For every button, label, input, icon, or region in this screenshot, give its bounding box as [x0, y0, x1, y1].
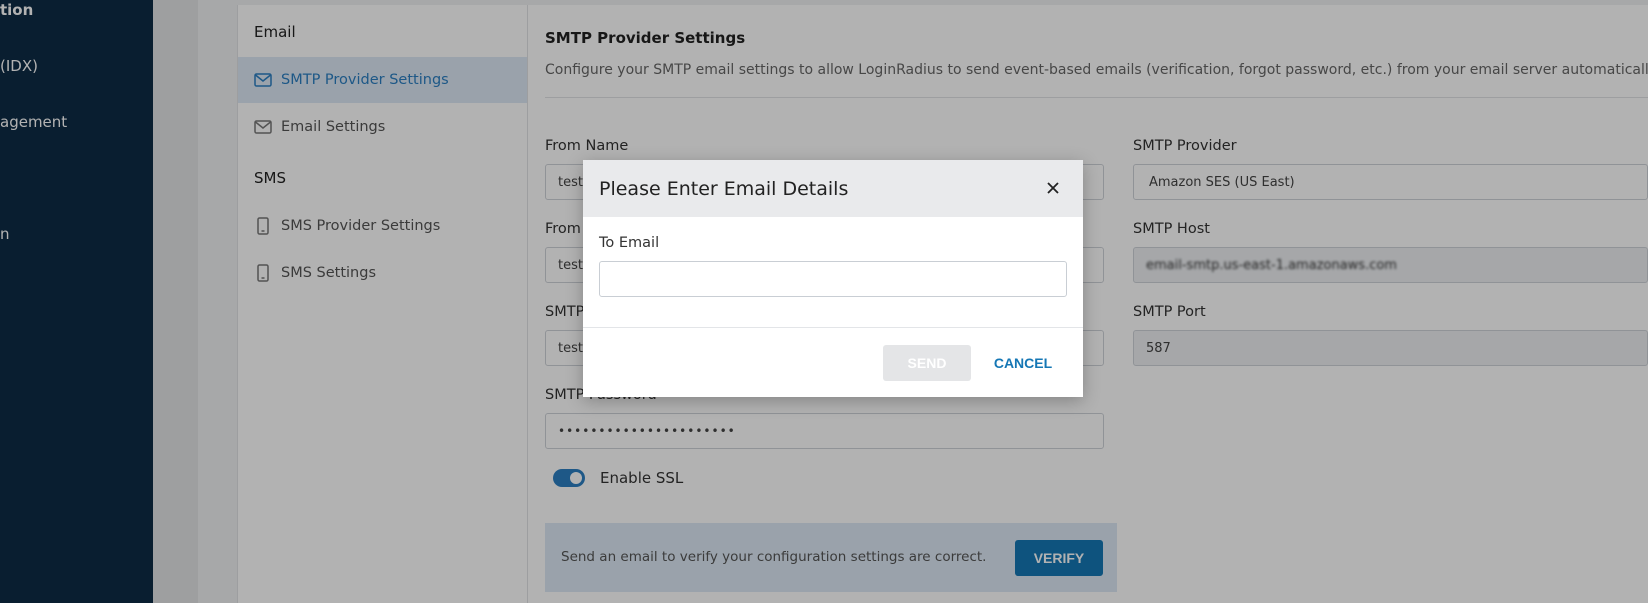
to-email-input[interactable]	[599, 261, 1067, 297]
modal-header: Please Enter Email Details	[583, 160, 1083, 217]
to-email-label: To Email	[599, 235, 660, 251]
close-icon[interactable]	[1039, 174, 1067, 202]
send-button[interactable]: SEND	[883, 345, 971, 381]
cancel-button[interactable]: CANCEL	[987, 345, 1059, 381]
email-details-modal: Please Enter Email Details To Email SEND…	[583, 160, 1083, 397]
modal-title: Please Enter Email Details	[599, 178, 849, 200]
modal-divider	[583, 327, 1083, 328]
